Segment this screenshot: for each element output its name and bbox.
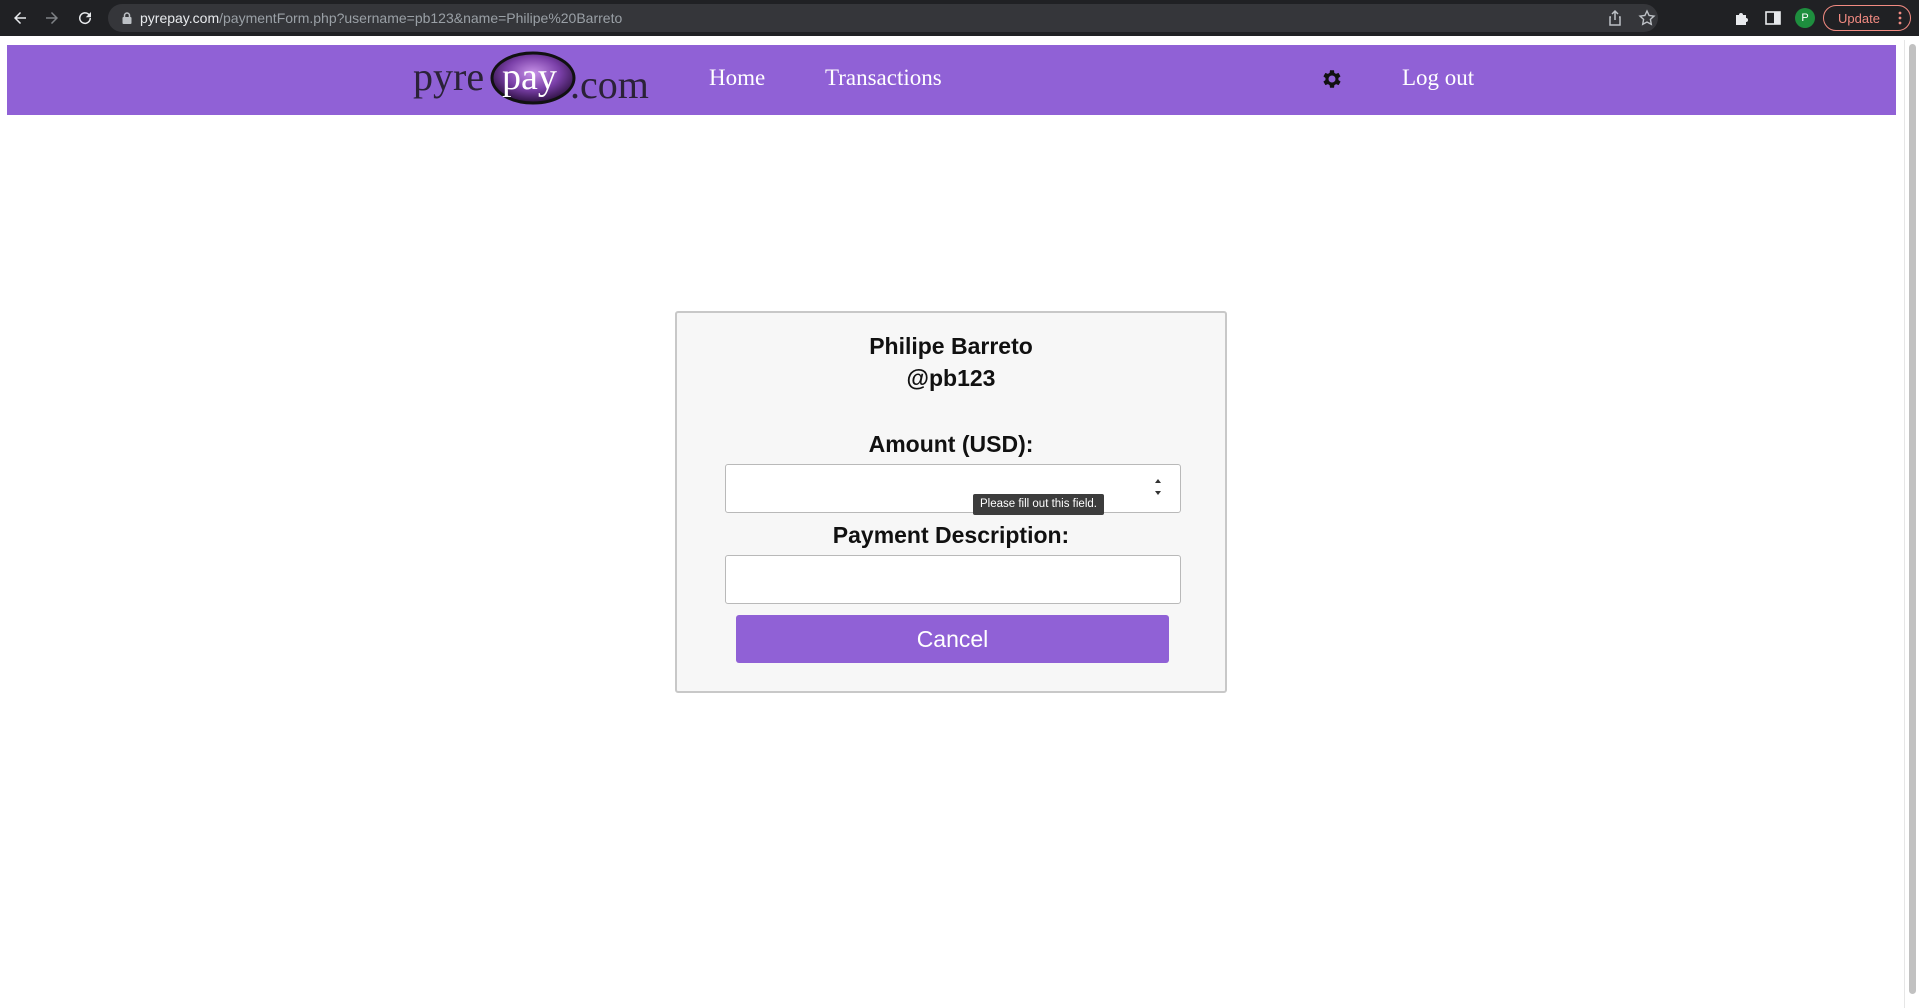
site-navbar: pyre pay .com Home Transactions Log out	[7, 45, 1896, 115]
side-panel-icon[interactable]	[1764, 9, 1782, 27]
update-button[interactable]: Update	[1823, 5, 1911, 31]
page-scrollbar[interactable]	[1904, 40, 1919, 1008]
share-icon[interactable]	[1606, 9, 1624, 27]
pyrepay-logo[interactable]: pyre pay .com	[413, 50, 663, 108]
nav-home-link[interactable]: Home	[709, 65, 765, 91]
description-label: Payment Description:	[832, 522, 1070, 548]
lock-icon	[122, 12, 132, 24]
reload-icon[interactable]	[73, 6, 97, 30]
spinner-arrows-icon[interactable]	[1153, 476, 1163, 498]
payee-name: Philipe Barreto	[869, 333, 1033, 359]
payment-form-card: Philipe Barreto @pb123 Amount (USD): Pay…	[675, 311, 1227, 693]
url-path: /paymentForm.php?username=pb123&name=Phi…	[219, 10, 623, 26]
bookmark-star-icon[interactable]	[1638, 9, 1656, 27]
logo-text-right: .com	[570, 62, 649, 107]
address-bar[interactable]: pyrepay.com/paymentForm.php?username=pb1…	[108, 4, 1658, 32]
browser-toolbar: pyrepay.com/paymentForm.php?username=pb1…	[0, 0, 1919, 36]
profile-avatar[interactable]: P	[1795, 8, 1815, 28]
validation-tooltip: Please fill out this field.	[973, 494, 1104, 515]
description-input[interactable]	[725, 555, 1181, 604]
logout-link[interactable]: Log out	[1402, 65, 1474, 91]
nav-transactions-link[interactable]: Transactions	[825, 65, 942, 91]
extensions-puzzle-icon[interactable]	[1733, 9, 1751, 27]
forward-arrow-icon[interactable]	[40, 6, 64, 30]
settings-gear-icon[interactable]	[1320, 67, 1344, 91]
more-vert-icon	[1898, 11, 1902, 25]
amount-label: Amount (USD):	[868, 431, 1034, 457]
update-label: Update	[1838, 10, 1880, 26]
url-text: pyrepay.com/paymentForm.php?username=pb1…	[140, 10, 622, 26]
back-arrow-icon[interactable]	[8, 6, 32, 30]
url-host: pyrepay.com	[140, 10, 220, 26]
logo-text-pay: pay	[502, 56, 557, 98]
number-spinner-icon[interactable]	[1827, 788, 1837, 812]
payee-username: @pb123	[906, 365, 996, 391]
amount-input[interactable]	[725, 464, 1181, 513]
cancel-button[interactable]: Cancel	[736, 615, 1169, 663]
scrollbar-thumb[interactable]	[1909, 44, 1916, 994]
logo-text-left: pyre	[413, 54, 484, 99]
